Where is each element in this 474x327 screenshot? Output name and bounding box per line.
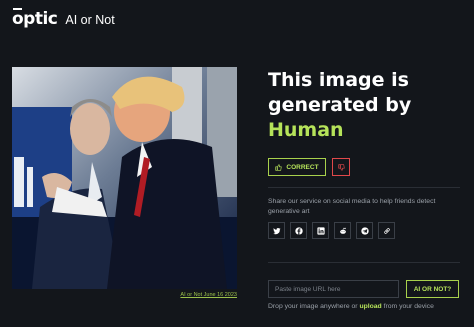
ai-or-not-button[interactable]: AI OR NOT? <box>406 280 459 298</box>
drop-hint: Drop your image anywhere or upload from … <box>268 303 434 310</box>
facebook-icon <box>294 226 303 235</box>
app-header: optic AI or Not <box>12 8 115 28</box>
drop-hint-after: from your device <box>381 303 434 310</box>
link-icon <box>383 227 390 234</box>
share-telegram-button[interactable] <box>356 222 373 239</box>
twitter-icon <box>272 227 281 234</box>
result-line-2: generated by <box>268 94 412 116</box>
image-caption[interactable]: AI or Not June 16 2023 <box>12 292 237 298</box>
drop-hint-before: Drop your image anywhere or <box>268 303 360 310</box>
analyzed-image <box>12 67 237 289</box>
share-twitter-button[interactable] <box>268 222 285 239</box>
result-heading: This image is generated by Human <box>268 68 464 143</box>
share-linkedin-button[interactable] <box>312 222 329 239</box>
correct-label: CORRECT <box>286 163 319 171</box>
reddit-icon <box>339 227 346 234</box>
social-share-buttons <box>268 222 395 239</box>
incorrect-button[interactable] <box>332 158 350 176</box>
share-facebook-button[interactable] <box>290 222 307 239</box>
correct-button[interactable]: CORRECT <box>268 158 326 176</box>
copy-link-button[interactable] <box>378 222 395 239</box>
linkedin-icon <box>316 226 325 235</box>
thumbs-down-icon <box>337 163 345 171</box>
optic-logo[interactable]: optic <box>12 8 58 28</box>
image-url-input[interactable] <box>268 280 399 298</box>
thumbs-up-icon <box>275 163 283 171</box>
divider <box>268 262 460 263</box>
divider <box>268 187 460 188</box>
share-text: Share our service on social media to hel… <box>268 198 436 215</box>
result-panel: This image is generated by Human <box>268 68 464 143</box>
telegram-icon <box>360 226 369 235</box>
share-reddit-button[interactable] <box>334 222 351 239</box>
app-name: AI or Not <box>65 12 115 27</box>
feedback-buttons: CORRECT <box>268 158 350 176</box>
result-verdict: Human <box>268 119 344 141</box>
result-line-1: This image is <box>268 69 409 91</box>
upload-link[interactable]: upload <box>359 303 381 310</box>
